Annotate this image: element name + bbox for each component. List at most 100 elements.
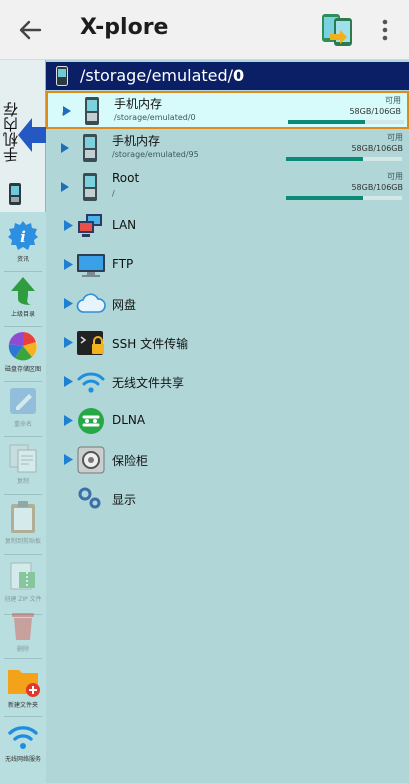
up-arrow-icon	[11, 277, 35, 305]
divider	[4, 271, 42, 272]
volume-size: 58GB/106GB	[351, 144, 403, 153]
root-storage-icon	[83, 173, 97, 201]
expand-arrow-icon[interactable]	[64, 259, 73, 270]
location-name: 网盘	[112, 298, 137, 312]
volume-name: Root	[112, 171, 140, 185]
volume-name: 手机内存	[114, 97, 163, 111]
expand-arrow-icon[interactable]	[62, 105, 72, 117]
location-ftp[interactable]: FTP	[46, 246, 409, 284]
pane-tab-internal-storage[interactable]: 手机内存	[0, 60, 46, 212]
tool-parent-folder[interactable]: 上级目录	[0, 273, 46, 329]
file-pane: /storage/emulated/0 手机内存 /storage/emulat…	[46, 60, 409, 783]
location-name: 保险柜	[112, 454, 149, 468]
divider	[4, 326, 42, 327]
tool-new-folder[interactable]: 新建文件夹	[0, 662, 46, 718]
volume-path: /storage/emulated/0	[114, 113, 196, 122]
tool-label: 重命名	[13, 421, 32, 428]
volume-internal-storage-95[interactable]: 手机内存 /storage/emulated/95 可用 58GB/106GB	[46, 130, 409, 168]
expand-arrow-icon[interactable]	[64, 454, 73, 465]
expand-arrow-icon[interactable]	[64, 376, 73, 387]
tool-label: 删除	[16, 646, 29, 653]
dual-pane-switch-icon[interactable]	[320, 12, 354, 48]
tool-delete[interactable]: 删除	[0, 606, 46, 662]
svg-text:i: i	[20, 228, 26, 246]
lan-icon	[78, 214, 102, 237]
clipboard-icon	[11, 501, 35, 533]
expand-arrow-icon[interactable]	[64, 220, 73, 231]
divider	[4, 554, 42, 555]
display-settings[interactable]: 显示	[46, 480, 409, 518]
free-space-label: 可用	[387, 133, 403, 142]
location-name: 显示	[112, 493, 137, 507]
current-path-bar[interactable]: /storage/emulated/0	[46, 62, 409, 90]
tools-sidebar: 手机内存 i 资讯 上级目录 磁盘存储区图 重命名 复制 复制到剪贴板 创建 Z…	[0, 60, 46, 783]
free-space-label: 可用	[387, 172, 403, 181]
tool-label: 复制	[16, 478, 29, 485]
usage-bar-fill	[286, 157, 363, 161]
location-name: SSH 文件传输	[112, 337, 189, 351]
wifi-server-icon	[8, 726, 38, 749]
volume-root[interactable]: Root / 可用 58GB/106GB	[46, 169, 409, 207]
location-vault[interactable]: 保险柜	[46, 441, 409, 479]
divider	[4, 494, 42, 495]
active-pane-arrow-icon	[18, 118, 46, 152]
volume-internal-storage-0[interactable]: 手机内存 /storage/emulated/0 可用 58GB/106GB	[46, 91, 409, 129]
more-options-icon[interactable]	[376, 16, 394, 44]
location-name: FTP	[112, 257, 134, 271]
display-settings-icon	[78, 487, 101, 509]
tool-label: 磁盘存储区图	[4, 366, 41, 373]
expand-arrow-icon[interactable]	[64, 337, 73, 348]
app-title: X-plore	[80, 15, 169, 40]
expand-arrow-icon[interactable]	[60, 181, 70, 193]
rename-icon	[10, 388, 36, 414]
ftp-icon	[77, 254, 105, 277]
volume-size: 58GB/106GB	[349, 107, 401, 116]
divider	[4, 381, 42, 382]
divider	[4, 658, 42, 659]
app-bar: X-plore	[0, 0, 409, 60]
storage-icon	[56, 66, 68, 86]
location-name: 无线文件共享	[112, 376, 185, 390]
copy-icon	[9, 444, 37, 473]
usage-bar	[286, 196, 402, 200]
volume-path: /storage/emulated/95	[112, 150, 199, 159]
divider	[4, 436, 42, 437]
location-cloud[interactable]: 网盘	[46, 285, 409, 323]
expand-arrow-icon[interactable]	[64, 415, 73, 426]
volume-path: /	[112, 189, 115, 198]
location-lan[interactable]: LAN	[46, 207, 409, 245]
volume-size: 58GB/106GB	[351, 183, 403, 192]
expand-arrow-icon[interactable]	[60, 142, 70, 154]
tool-disk-map[interactable]: 磁盘存储区图	[0, 328, 46, 384]
dlna-icon	[78, 408, 104, 434]
tool-copy-clipboard[interactable]: 复制到剪贴板	[0, 498, 46, 554]
phone-storage-icon	[83, 134, 97, 162]
tool-copy[interactable]: 复制	[0, 440, 46, 496]
vault-icon	[77, 446, 105, 474]
cloud-icon	[76, 293, 106, 313]
location-wifi-share[interactable]: 无线文件共享	[46, 363, 409, 401]
trash-icon	[12, 613, 34, 640]
location-ssh[interactable]: SSH 文件传输	[46, 324, 409, 362]
usage-bar	[286, 157, 402, 161]
tool-info[interactable]: i 资讯	[0, 218, 46, 274]
zip-icon	[10, 562, 35, 590]
tool-label: 无线网络服务	[4, 756, 41, 763]
usage-bar-fill	[288, 120, 365, 124]
info-icon: i	[8, 221, 38, 250]
location-dlna[interactable]: DLNA	[46, 402, 409, 440]
usage-bar-fill	[286, 196, 363, 200]
tool-label: 上级目录	[10, 311, 35, 318]
tool-wifi-server[interactable]: 无线网络服务	[0, 720, 46, 776]
divider	[4, 716, 42, 717]
location-name: DLNA	[112, 413, 146, 427]
disk-map-icon	[8, 331, 37, 361]
expand-arrow-icon[interactable]	[64, 298, 73, 309]
usage-bar	[288, 120, 404, 124]
back-arrow-icon[interactable]	[14, 14, 46, 46]
tool-label: 复制到剪贴板	[4, 538, 41, 545]
tool-label: 新建文件夹	[7, 702, 38, 709]
tool-rename[interactable]: 重命名	[0, 383, 46, 439]
wifi-icon	[77, 372, 105, 393]
volume-name: 手机内存	[112, 134, 161, 148]
